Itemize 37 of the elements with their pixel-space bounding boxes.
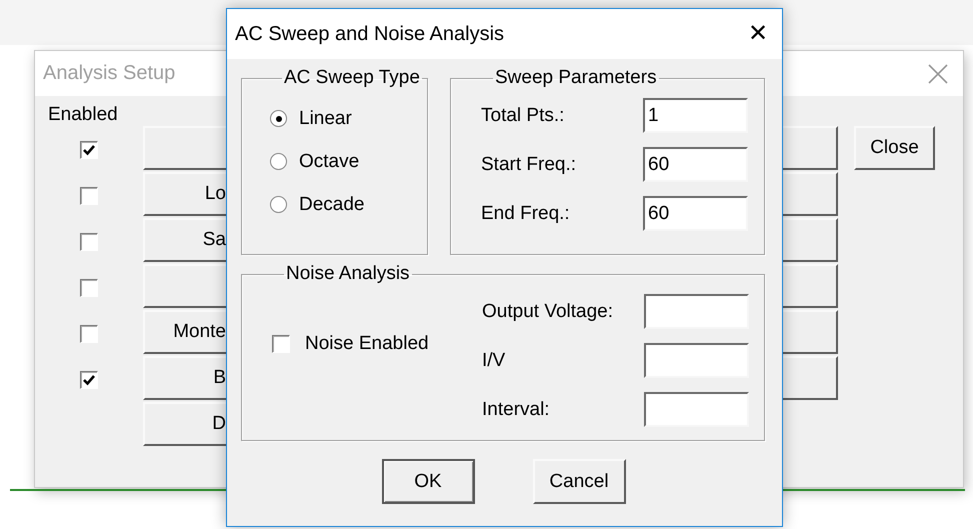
checkbox-label: Noise Enabled bbox=[305, 333, 429, 355]
group-title: Sweep Parameters bbox=[494, 67, 658, 89]
field-label: Output Voltage: bbox=[482, 300, 614, 322]
input-field[interactable]: 1 bbox=[643, 98, 748, 133]
checkbox[interactable] bbox=[80, 233, 98, 251]
field-label: End Freq.: bbox=[481, 202, 571, 224]
cancel-button[interactable]: Cancel bbox=[532, 459, 626, 504]
group-title: AC Sweep Type bbox=[283, 67, 421, 89]
close-button[interactable]: ✕ bbox=[748, 22, 768, 46]
close-button[interactable]: Close bbox=[854, 126, 935, 170]
radio-button[interactable] bbox=[270, 110, 287, 127]
input-field[interactable] bbox=[644, 294, 749, 329]
ok-button[interactable]: OK bbox=[382, 459, 474, 504]
radio-label: Decade bbox=[299, 194, 364, 216]
field-label: Interval: bbox=[482, 398, 551, 420]
close-icon[interactable] bbox=[927, 62, 949, 84]
input-field[interactable] bbox=[644, 343, 749, 378]
radio-label: Linear bbox=[299, 108, 352, 130]
group-title: Noise Analysis bbox=[285, 263, 411, 285]
checkbox[interactable] bbox=[80, 371, 98, 389]
radio-label: Octave bbox=[299, 150, 360, 172]
input-field[interactable]: 60 bbox=[643, 147, 748, 182]
field-label: I/V bbox=[482, 350, 506, 372]
radio-button[interactable] bbox=[270, 153, 287, 170]
input-field[interactable] bbox=[644, 392, 749, 427]
dialog-title: AC Sweep and Noise Analysis bbox=[235, 22, 504, 46]
radio-button[interactable] bbox=[270, 196, 287, 213]
field-label: Start Freq.: bbox=[481, 154, 578, 176]
checkbox[interactable] bbox=[80, 141, 98, 159]
window-title: Analysis Setup bbox=[43, 62, 176, 85]
checkbox[interactable] bbox=[80, 187, 98, 205]
checkbox[interactable] bbox=[272, 335, 290, 353]
checkbox[interactable] bbox=[80, 279, 98, 297]
checkbox[interactable] bbox=[80, 325, 98, 343]
enabled-heading: Enabled bbox=[48, 104, 119, 127]
input-field[interactable]: 60 bbox=[643, 196, 748, 231]
field-label: Total Pts.: bbox=[481, 104, 566, 126]
